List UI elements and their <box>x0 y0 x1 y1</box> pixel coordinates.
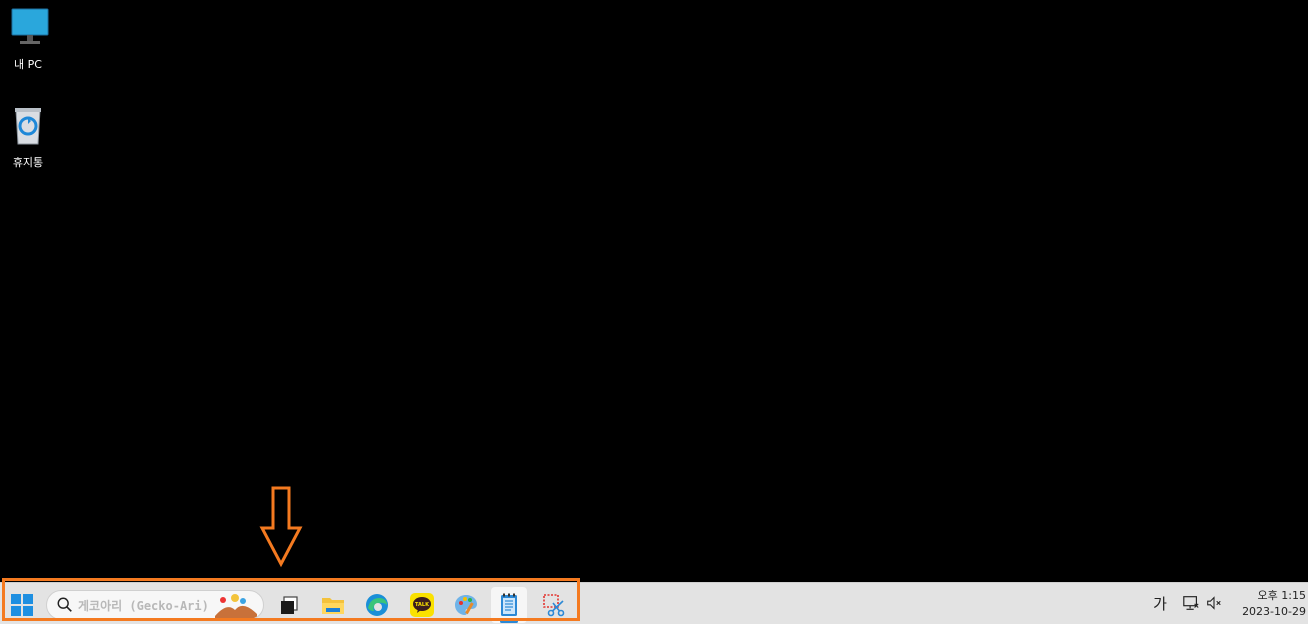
task-view-button[interactable] <box>271 587 307 623</box>
folder-icon <box>322 598 344 614</box>
notepad-icon <box>501 593 517 616</box>
search-highlight-illustration-icon <box>215 594 257 618</box>
taskbar-search-box[interactable]: 게코아리 (Gecko-Ari) <box>46 590 264 620</box>
clock-date: 2023-10-29 <box>1242 605 1306 618</box>
desktop-icon-label: 휴지통 <box>12 156 44 169</box>
file-explorer-button[interactable] <box>315 587 351 623</box>
desktop-icon-label: 내 PC <box>14 58 42 71</box>
network-icon[interactable] <box>1182 594 1200 612</box>
paint-button[interactable] <box>448 587 484 623</box>
search-icon <box>57 597 72 612</box>
svg-text:TALK: TALK <box>415 602 430 608</box>
taskbar-clock[interactable]: 오후 1:15 2023-10-29 <box>1236 588 1306 620</box>
desktop-icon-my-pc[interactable]: 내 PC <box>0 6 56 72</box>
active-app-indicator <box>500 620 518 623</box>
edge-browser-button[interactable] <box>359 587 395 623</box>
paint-palette-icon <box>455 595 477 615</box>
ime-indicator[interactable]: 가 <box>1150 593 1170 614</box>
system-tray: 가 <box>1150 582 1223 624</box>
volume-muted-icon[interactable] <box>1205 594 1223 612</box>
monitor-icon <box>11 8 49 44</box>
kakaotalk-icon: TALK <box>410 593 434 617</box>
task-view-icon <box>281 596 298 614</box>
start-button[interactable] <box>4 587 40 623</box>
edge-browser-icon <box>366 594 388 616</box>
notepad-button[interactable] <box>491 587 527 623</box>
search-placeholder: 게코아리 (Gecko-Ari) <box>78 598 209 613</box>
clock-time: 오후 1:15 <box>1257 589 1306 602</box>
scissors-icon <box>543 594 565 617</box>
down-arrow-annotation-icon <box>259 486 303 568</box>
windows-logo-icon <box>11 594 33 616</box>
kakaotalk-button[interactable]: TALK <box>404 587 440 623</box>
snipping-tool-button[interactable] <box>536 587 572 623</box>
recycle-bin-icon <box>15 108 41 145</box>
desktop: 내 PC 휴지통 <box>0 0 1308 582</box>
desktop-icon-recycle-bin[interactable]: 휴지통 <box>0 104 56 170</box>
